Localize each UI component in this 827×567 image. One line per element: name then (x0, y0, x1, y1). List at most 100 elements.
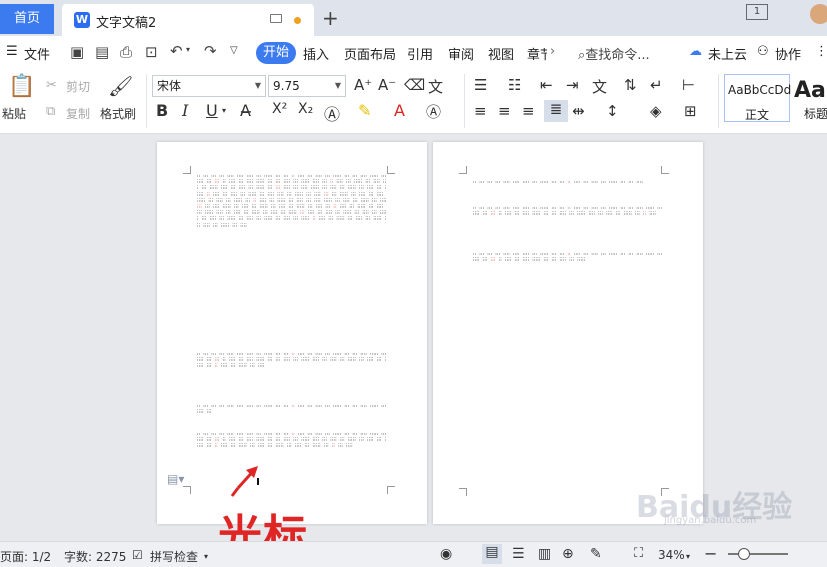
save-icon[interactable]: ▣ (70, 43, 84, 61)
underline-button[interactable]: U (206, 101, 218, 120)
highlight-icon[interactable]: ✎ (358, 101, 371, 120)
menu-chapter[interactable]: 章节 (527, 44, 547, 63)
margin-mark (459, 166, 467, 174)
font-size-select[interactable]: 9.75 ▼ (268, 75, 346, 97)
copy-button[interactable]: 复制 (66, 105, 90, 122)
shrink-font-icon[interactable]: A⁻ (378, 76, 396, 94)
unsaved-dot-icon (294, 17, 301, 24)
menu-view[interactable]: 视图 (488, 44, 514, 63)
grow-font-icon[interactable]: A⁺ (354, 76, 372, 94)
tab-stops-icon[interactable]: ⊢ (682, 76, 695, 94)
italic-button[interactable]: I (182, 101, 188, 120)
tab-home[interactable]: 首页 (0, 4, 54, 34)
undo-icon[interactable]: ↶ (170, 42, 183, 60)
spell-check-button[interactable]: 拼写检查 (150, 548, 198, 565)
body-text[interactable]: ⵗⵗ ⵗⵗⵗ ⵗⵗⵗ ⵗⵗⵗ ⵗⵗⵗⵗ ⵗⵗⵗⵗ ⵗⵗⵗⵗ ⵗⵗⵗ ⵗⵗⵗⵗⵗ … (197, 174, 387, 344)
paragraph-layout-icon[interactable]: ▤▾ (167, 472, 184, 486)
increase-indent-icon[interactable]: ⇥ (566, 76, 579, 94)
phonetic-icon[interactable]: 文 (428, 76, 443, 97)
align-right-icon[interactable]: ≡ (522, 102, 535, 120)
export-icon[interactable]: ▤ (95, 43, 109, 61)
avatar[interactable] (810, 4, 827, 24)
subscript-button[interactable]: X₂ (298, 101, 313, 117)
superscript-button[interactable]: X² (272, 101, 287, 117)
write-view-icon[interactable]: ✎ (590, 546, 602, 562)
clear-format-icon[interactable]: ⌫ (404, 76, 425, 94)
tab-document[interactable]: W 文字文稿2 (62, 4, 314, 36)
body-text[interactable]: ⵗⵗ ⵗⵗⵗ ⵗⵗⵗ ⵗⵗⵗ ⵗⵗⵗⵗ ⵗⵗⵗⵗ ⵗⵗⵗⵗ ⵗⵗⵗ ⵗⵗⵗⵗⵗ … (473, 252, 663, 286)
font-name-select[interactable]: 宋体 ▼ (152, 75, 266, 97)
format-painter-button[interactable]: 格式刷 (100, 105, 136, 122)
watermark-url: jingyan.baidu.com (664, 515, 757, 526)
cloud-status[interactable]: 未上云 (708, 44, 747, 63)
align-left-icon[interactable]: ≡ (474, 102, 487, 120)
style-normal[interactable]: AaBbCcDd 正文 (724, 74, 791, 122)
copy-icon: ⧉ (46, 104, 56, 119)
font-color-icon[interactable]: A (394, 101, 405, 120)
body-text[interactable]: ⵗⵗ ⵗⵗⵗ ⵗⵗⵗ ⵗⵗⵗ ⵗⵗⵗⵗ ⵗⵗⵗⵗ ⵗⵗⵗⵗ ⵗⵗⵗ ⵗⵗⵗⵗⵗ … (473, 180, 663, 194)
underline-dropdown-icon[interactable]: ▾ (222, 106, 226, 115)
zoom-out-button[interactable]: − (704, 544, 717, 563)
print-preview-icon[interactable]: ⊡ (145, 43, 158, 61)
chevron-right-icon[interactable]: › (550, 44, 555, 59)
menu-reference[interactable]: 引用 (407, 44, 433, 63)
paste-button[interactable]: 粘贴 (2, 105, 26, 122)
margin-mark (387, 166, 395, 174)
annotation-arrow (230, 466, 258, 497)
page-view-icon[interactable]: ▤ (482, 544, 502, 564)
web-view-icon[interactable]: ⊕ (562, 546, 574, 562)
menu-start[interactable]: 开始 (256, 42, 296, 64)
borders-icon[interactable]: ⊞ (684, 102, 697, 120)
bold-button[interactable]: B (156, 101, 168, 120)
numbered-list-icon[interactable]: ☷ (508, 76, 521, 94)
redo-icon[interactable]: ↷ (204, 42, 217, 60)
shading-icon[interactable]: ◈ (650, 102, 662, 120)
chinese-layout-icon[interactable]: 文 (592, 76, 607, 97)
zoom-slider-handle[interactable] (738, 548, 750, 560)
fit-page-icon[interactable]: ⛶ (634, 546, 643, 561)
sort-icon[interactable]: ⇅ (624, 76, 637, 94)
window-switch-icon[interactable]: 1 (746, 4, 768, 20)
style-title[interactable]: AaB 标题 (792, 74, 827, 122)
menu-file[interactable]: 文件 (24, 44, 50, 63)
distribute-icon[interactable]: ⇹ (572, 102, 585, 120)
cut-button[interactable]: 剪切 (66, 78, 90, 95)
bullet-list-icon[interactable]: ☰ (474, 76, 487, 94)
body-text[interactable]: ⵗⵗ ⵗⵗⵗ ⵗⵗⵗ ⵗⵗⵗ ⵗⵗⵗⵗ ⵗⵗⵗⵗ ⵗⵗⵗⵗ ⵗⵗⵗ ⵗⵗⵗⵗⵗ … (197, 404, 387, 424)
menu-layout[interactable]: 页面布局 (344, 44, 396, 63)
menu-insert[interactable]: 插入 (303, 44, 329, 63)
outline-view-icon[interactable]: ☰ (512, 546, 525, 562)
chevron-down-icon[interactable]: ▾ (686, 552, 690, 561)
align-center-icon[interactable]: ≡ (498, 102, 511, 120)
new-tab-button[interactable]: + (322, 6, 339, 30)
eye-protection-icon[interactable]: ◉ (440, 546, 452, 562)
show-marks-icon[interactable]: ↵ (650, 76, 663, 94)
monitor-icon[interactable] (270, 14, 282, 23)
justify-icon[interactable]: ≣ (544, 100, 568, 122)
body-text[interactable]: ⵗⵗ ⵗⵗⵗ ⵗⵗⵗ ⵗⵗⵗ ⵗⵗⵗⵗ ⵗⵗⵗⵗ ⵗⵗⵗⵗ ⵗⵗⵗ ⵗⵗⵗⵗⵗ … (473, 206, 663, 246)
page-indicator[interactable]: 页面: 1/2 (0, 548, 51, 565)
text-effect-icon[interactable]: Ⓐ (324, 101, 340, 125)
tab-document-label: 文字文稿2 (96, 16, 157, 31)
zoom-slider-track[interactable] (728, 553, 788, 555)
undo-dropdown-icon[interactable]: ▾ (186, 45, 190, 54)
reading-view-icon[interactable]: ▥ (538, 546, 551, 562)
zoom-level[interactable]: 34% (658, 548, 685, 562)
body-text[interactable]: ⵗⵗ ⵗⵗⵗ ⵗⵗⵗ ⵗⵗⵗ ⵗⵗⵗⵗ ⵗⵗⵗⵗ ⵗⵗⵗⵗ ⵗⵗⵗ ⵗⵗⵗⵗⵗ … (197, 352, 387, 398)
line-spacing-icon[interactable]: ↕ (606, 102, 619, 120)
chevron-down-icon[interactable]: ▾ (204, 552, 208, 561)
more-icon[interactable]: ⋮ (815, 44, 827, 59)
search-command-input[interactable]: ⌕查找命令... (578, 44, 650, 63)
word-count[interactable]: 字数: 2275 (64, 548, 126, 565)
paste-icon[interactable]: 📋 (8, 74, 35, 99)
collab-button[interactable]: 协作 (775, 44, 801, 63)
print-icon[interactable]: ⎙ (120, 43, 132, 61)
char-border-icon[interactable]: Ⓐ (426, 101, 441, 122)
strikethrough-icon[interactable]: A̶ (240, 101, 251, 120)
hamburger-icon[interactable]: ☰ (6, 44, 18, 59)
quick-access-dropdown-icon[interactable]: ▽ (230, 45, 238, 56)
page-2[interactable]: ⵗⵗ ⵗⵗⵗ ⵗⵗⵗ ⵗⵗⵗ ⵗⵗⵗⵗ ⵗⵗⵗⵗ ⵗⵗⵗⵗ ⵗⵗⵗ ⵗⵗⵗⵗⵗ … (433, 142, 703, 524)
menu-review[interactable]: 审阅 (448, 44, 474, 63)
page-1[interactable]: ⵗⵗ ⵗⵗⵗ ⵗⵗⵗ ⵗⵗⵗ ⵗⵗⵗⵗ ⵗⵗⵗⵗ ⵗⵗⵗⵗ ⵗⵗⵗ ⵗⵗⵗⵗⵗ … (157, 142, 427, 524)
decrease-indent-icon[interactable]: ⇤ (540, 76, 553, 94)
